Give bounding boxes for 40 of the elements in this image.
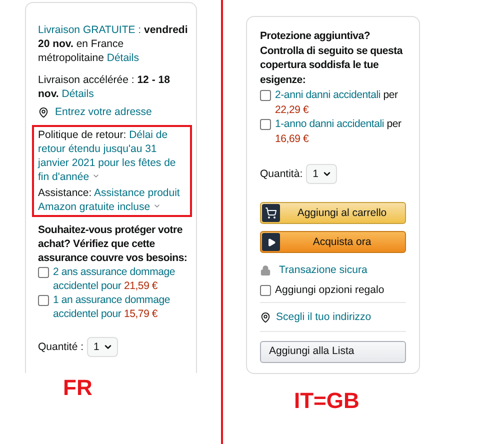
quantity-select[interactable]: 1	[306, 164, 338, 184]
protection-option[interactable]: 2 ans assurance dommage accidentel pour 21,59 €	[53, 265, 188, 293]
protection-prompt: Souhaitez-vous protéger votre achat? Vérifiez que cette assurance couvre vos besoins:	[38, 223, 188, 265]
add-to-cart-button[interactable]: Aggiungi al carrello	[260, 202, 406, 224]
checkbox[interactable]	[260, 119, 271, 130]
quantity-label: Quantité :	[38, 340, 84, 354]
location-pin-icon	[260, 312, 271, 323]
checkbox[interactable]	[260, 285, 271, 296]
play-icon	[266, 238, 276, 246]
address-link[interactable]: Entrez votre adresse	[55, 105, 152, 119]
checkbox[interactable]	[38, 267, 49, 278]
checkbox[interactable]	[260, 90, 271, 101]
details-link[interactable]: Détails	[62, 88, 94, 100]
chevron-down-icon	[103, 342, 114, 352]
details-link[interactable]: Détails	[106, 52, 139, 64]
buy-now-button[interactable]: Acquista ora	[260, 231, 406, 253]
cart-icon	[265, 207, 277, 219]
secure-transaction-link[interactable]: Transazione sicura	[279, 263, 368, 278]
add-to-list-button[interactable]: Aggiungi alla Lista	[260, 340, 406, 362]
protection-option[interactable]: 2-anni danni accidentali per 22,29 €	[275, 88, 406, 117]
lock-icon	[260, 264, 271, 276]
quantity-select[interactable]: 1	[86, 337, 118, 357]
region-caption: IT=GB	[294, 388, 360, 414]
policy-text[interactable]: Politique de retour: Délai de retour étendu jusqu'au 31 janvier 2021 pour les fêtes de fin d'année	[38, 128, 186, 184]
policy-text[interactable]: Assistance: Assistance produit Amazon gratuite incluse	[38, 186, 186, 214]
protection-option[interactable]: 1 an assurance dommage accidentel pour 15,79 €	[53, 293, 188, 321]
protection-option[interactable]: 1-anno danni accidentali per 16,69 €	[275, 117, 406, 146]
chevron-down-icon	[322, 169, 332, 179]
location-pin-icon	[38, 106, 49, 118]
delivery-info: Livraison accélérée : 12 - 18 nov. Détails	[38, 73, 171, 101]
delivery-link[interactable]: Livraison GRATUITE :	[38, 24, 142, 36]
address-link[interactable]: Scegli il tuo indirizzo	[276, 310, 372, 324]
chevron-down-icon[interactable]	[152, 202, 161, 210]
chevron-down-icon[interactable]	[92, 172, 100, 180]
checkbox[interactable]	[38, 295, 49, 306]
quantity-label: Quantità:	[260, 166, 303, 182]
protection-prompt: Protezione aggiuntiva? Controlla di seguito se questa copertura soddisfa le tue esigenze:	[260, 29, 404, 87]
region-caption: FR	[63, 375, 94, 401]
gift-option-label[interactable]: Aggiungi opzioni regalo	[275, 282, 384, 297]
delivery-info: Livraison GRATUITE : vendredi 20 nov. en France métropolitaine Détails	[38, 23, 188, 65]
